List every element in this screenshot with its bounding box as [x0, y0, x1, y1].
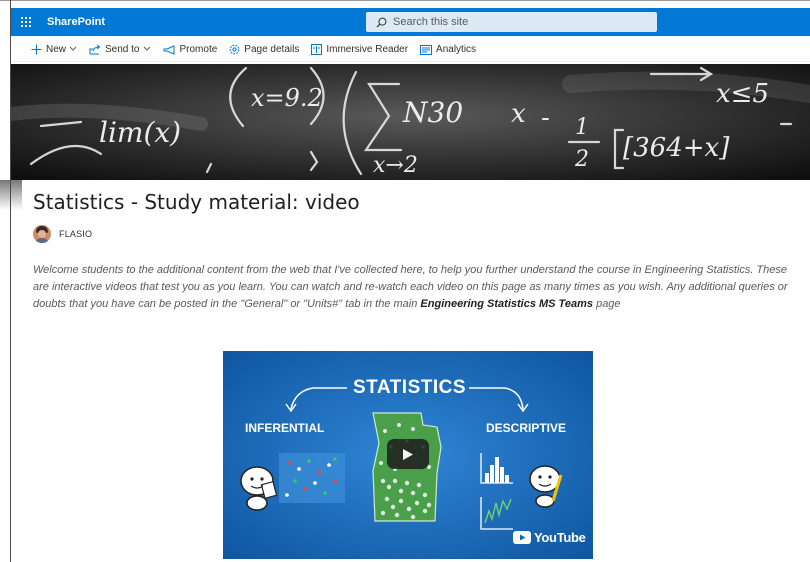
window-top-border — [0, 0, 810, 1]
analytics-icon — [420, 44, 433, 55]
banner-lim-text: lim(x) — [99, 116, 181, 149]
author-byline[interactable]: FLASIO — [33, 225, 92, 243]
banner-bracket-text: [364+x] — [623, 133, 730, 163]
banner-two-text: 2 — [574, 147, 589, 172]
send-to-label: Send to — [105, 44, 140, 55]
analytics-button[interactable]: Analytics — [420, 44, 476, 55]
video-title-text: STATISTICS — [353, 377, 467, 398]
search-input[interactable] — [393, 16, 633, 28]
youtube-logo[interactable]: YouTube — [513, 530, 586, 545]
page-details-button[interactable]: Page details — [229, 44, 299, 55]
banner-minus-text: - — [541, 103, 550, 133]
promote-label: Promote — [179, 44, 218, 55]
new-label: New — [46, 44, 67, 55]
page-details-label: Page details — [244, 44, 300, 55]
app-name[interactable]: SharePoint — [47, 16, 105, 28]
search-box[interactable] — [366, 12, 657, 32]
banner-edge-shadow — [0, 180, 22, 210]
banner-x-le-text: x≤5 — [716, 79, 769, 109]
immersive-reader-button[interactable]: Immersive Reader — [311, 44, 408, 55]
command-bar: New Send to Promote Page details Immersi… — [11, 38, 810, 62]
author-name[interactable]: FLASIO — [59, 229, 92, 239]
window-left-border — [10, 0, 11, 562]
search-icon — [376, 17, 387, 27]
header-banner-image: x=9.2 lim(x) N30 x - 1 2 [364+x] x≤5 x→2 — [11, 64, 810, 180]
share-icon — [89, 44, 101, 55]
waffle-icon — [21, 17, 31, 27]
megaphone-icon — [163, 44, 176, 55]
inferential-label: INFERENTIAL — [245, 421, 325, 435]
new-button[interactable]: New — [31, 44, 77, 55]
youtube-wordmark: YouTube — [534, 530, 586, 545]
intro-bold-text: Engineering Statistics MS Teams — [420, 298, 594, 310]
video-play-button[interactable] — [387, 439, 429, 469]
intro-tail-text: page — [593, 298, 621, 310]
suite-bar: SharePoint — [11, 8, 810, 36]
send-to-button[interactable]: Send to — [89, 44, 150, 55]
chevron-down-icon — [69, 45, 77, 54]
descriptive-label: DESCRIPTIVE — [486, 421, 567, 435]
chevron-down-icon — [143, 45, 151, 54]
page-title: Statistics - Study material: video — [33, 190, 360, 214]
immersive-reader-label: Immersive Reader — [326, 44, 409, 55]
promote-button[interactable]: Promote — [163, 44, 218, 55]
youtube-play-icon — [513, 531, 531, 544]
intro-text: Welcome students to the additional conte… — [33, 264, 788, 310]
avatar[interactable] — [33, 225, 51, 243]
banner-x-arrow-text: x→2 — [373, 153, 418, 178]
play-icon — [403, 448, 413, 460]
app-launcher-button[interactable] — [11, 8, 41, 36]
banner-x-equals-text: x=9.2 — [251, 84, 323, 112]
immersive-reader-icon — [311, 44, 323, 55]
intro-paragraph: Welcome students to the additional conte… — [33, 262, 803, 313]
analytics-label: Analytics — [436, 44, 477, 55]
video-embed[interactable]: STATISTICS INFERENTIAL DESCRIPTIVE YouTu… — [223, 351, 593, 559]
banner-x-text: x — [511, 99, 526, 129]
banner-n30-text: N30 — [402, 96, 463, 129]
gear-icon — [229, 44, 240, 55]
banner-one-text: 1 — [575, 115, 589, 140]
plus-icon — [31, 44, 42, 55]
